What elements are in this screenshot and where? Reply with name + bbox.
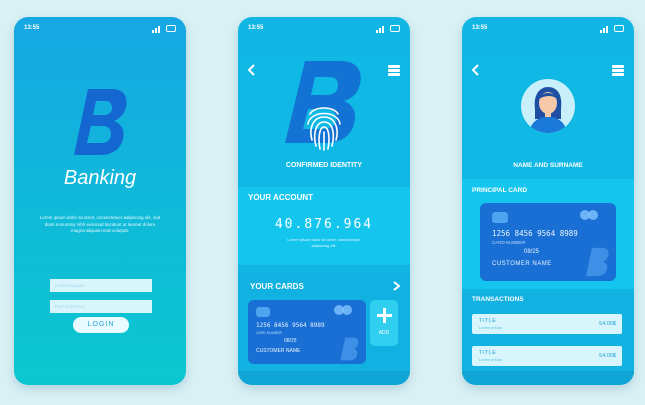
transaction-amount: 54.00$ [599,321,616,327]
card-number: 1256 8456 9564 8989 [492,229,578,238]
status-bar: 13:55 [472,25,624,35]
bank-card[interactable]: 1256 8456 9564 8989 CARD NUMBER 08/25 CU… [248,300,366,364]
card-logo-icon [586,247,609,277]
card-expiry: 08/25 [524,249,540,255]
top-navbar [238,57,410,83]
app-title: Banking [63,167,137,189]
menu-icon[interactable] [612,65,624,76]
password-field[interactable]: PASSWORD [50,300,152,313]
login-button[interactable]: LOGIN [73,317,129,333]
your-account-title: YOUR ACCOUNT [248,193,314,202]
login-description: Lorem ipsum dolor sit amet, consectetuer… [39,215,161,233]
card-logo-icon [340,337,359,361]
account-screen: 13:55 CONFIRMED IDENTITY YOUR ACCOUNT 40… [238,17,410,385]
status-bar: 13:55 [24,25,176,35]
card-holder: CUSTOMER NAME [492,261,552,267]
bottom-bar [238,371,410,385]
transaction-row[interactable]: TITLE Lorem ipsum 54.00$ [472,314,622,334]
principal-card-title: PRINCIPAL CARD [472,187,528,194]
confirmed-identity-label: CONFIRMED IDENTITY [285,162,363,169]
transaction-subtitle: Lorem ipsum [479,325,503,330]
account-description: Lorem ipsum dolor sit amet, consectetuer… [287,237,361,248]
back-arrow-icon[interactable] [247,64,256,76]
user-name: NAME AND SURNAME [513,162,583,169]
bottom-bar [462,371,634,385]
profile-screen: 13:55 NAME AND SURNAME PRINCIPAL CARD 12… [462,17,634,385]
card-brand-icon [334,305,354,315]
card-number: 1256 8456 9564 8989 [256,322,325,329]
status-bar: 13:55 [248,25,400,35]
signal-icon [600,26,612,33]
account-balance: 40.876.964 [274,217,374,232]
add-card-button[interactable]: ADD [370,300,398,346]
bank-card[interactable]: 1256 8456 9564 8989 CARD NUMBER 08/25 CU… [480,203,616,281]
transaction-subtitle: Lorem ipsum [479,357,503,362]
battery-icon [166,25,176,32]
transaction-title: TITLE [479,350,497,356]
battery-icon [390,25,400,32]
signal-icon [376,26,388,33]
bank-logo-icon [74,89,127,155]
transaction-title: TITLE [479,318,497,324]
card-number-label: CARD NUMBER [256,331,283,335]
transactions-title: TRANSACTIONS [472,296,524,303]
chevron-right-icon[interactable] [393,281,400,291]
card-chip [256,307,270,317]
add-label: ADD [378,330,390,336]
signal-icon [152,26,164,33]
avatar-icon [529,87,567,133]
card-number-label: CARD NUMBER [492,240,526,245]
back-arrow-icon[interactable] [471,64,480,76]
battery-icon [614,25,624,32]
card-expiry: 08/25 [284,338,297,344]
transaction-row[interactable]: TITLE Lorem ipsum 54.00$ [472,346,622,366]
transaction-amount: 54.00$ [599,353,616,359]
login-screen: 13:55 Banking Lorem ipsum dolor sit amet… [14,17,186,385]
menu-icon[interactable] [388,65,400,76]
status-time: 13:55 [248,25,264,31]
card-brand-icon [580,210,600,220]
status-time: 13:55 [24,25,40,31]
fingerprint-icon[interactable] [304,100,344,152]
status-time: 13:55 [472,25,488,31]
card-chip [492,212,508,223]
username-field[interactable]: USERNAME [50,279,152,292]
avatar[interactable] [521,79,575,133]
card-holder: CUSTOMER NAME [256,348,301,354]
your-cards-title: YOUR CARDS [250,282,304,291]
